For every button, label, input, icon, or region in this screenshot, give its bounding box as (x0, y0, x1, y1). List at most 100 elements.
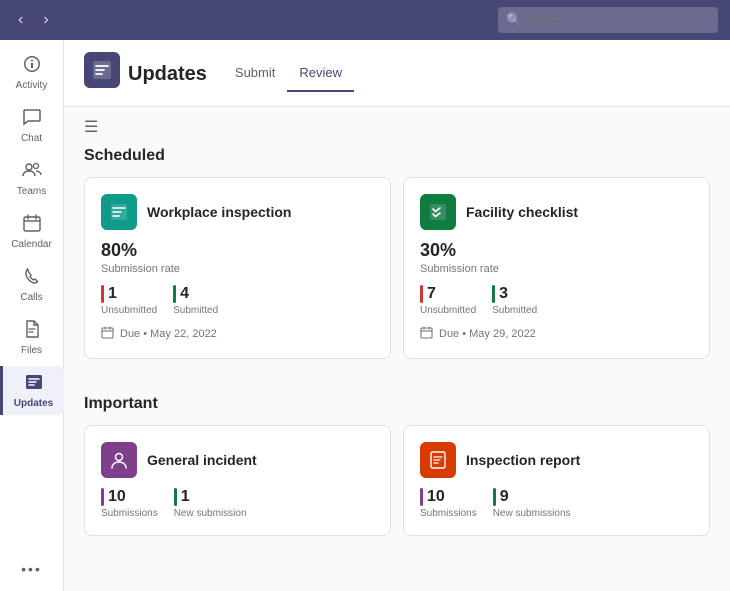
workplace-stat-submitted: 4 Submitted (173, 285, 218, 316)
important-section: Important General incident (64, 395, 730, 572)
workplace-submitted-value: 4 (180, 285, 189, 303)
calendar-due-icon2 (420, 326, 433, 342)
general-incident-icon (101, 442, 137, 478)
facility-rate: 30% Submission rate (420, 240, 693, 275)
inspection-report-bar-green (493, 488, 496, 506)
facility-unsubmitted-value: 7 (427, 285, 436, 303)
sidebar-item-files[interactable]: Files (2, 313, 62, 362)
page-title: Updates (128, 63, 207, 86)
facility-stat-submitted: 3 Submitted (492, 285, 537, 316)
search-input[interactable] (498, 7, 718, 33)
sidebar-item-updates[interactable]: Updates (0, 366, 64, 415)
tab-submit[interactable]: Submit (223, 57, 287, 92)
workplace-due: Due • May 22, 2022 (101, 326, 374, 342)
general-incident-stats: 10 Submissions 1 New submission (101, 488, 374, 519)
teams-icon (22, 160, 42, 184)
sidebar-label-calendar: Calendar (11, 239, 52, 250)
sidebar-item-activity[interactable]: Activity (2, 48, 62, 97)
important-title: Important (84, 395, 710, 413)
workplace-card: Workplace inspection 80% Submission rate… (84, 177, 391, 359)
more-label: ••• (21, 561, 42, 577)
top-bar: ‹ › 🔍 (0, 0, 730, 40)
general-incident-submissions-label: Submissions (101, 508, 158, 519)
sidebar-item-calendar[interactable]: Calendar (2, 207, 62, 256)
facility-unsubmitted-label: Unsubmitted (420, 305, 476, 316)
facility-card-title: Facility checklist (466, 204, 578, 220)
facility-stats: 7 Unsubmitted 3 Submitted (420, 285, 693, 316)
sidebar-label-teams: Teams (17, 186, 46, 197)
sidebar-label-calls: Calls (20, 292, 42, 303)
general-incident-title: General incident (147, 452, 257, 468)
files-icon (22, 319, 42, 343)
scroll-area: Scheduled Workplace inspection 80% Submi (64, 147, 730, 591)
general-incident-new-label: New submission (174, 508, 247, 519)
workplace-unsubmitted-label: Unsubmitted (101, 305, 157, 316)
facility-due: Due • May 29, 2022 (420, 326, 693, 342)
back-button[interactable]: ‹ (12, 9, 29, 31)
sidebar-label-activity: Activity (16, 80, 48, 91)
sidebar-item-calls[interactable]: Calls (2, 260, 62, 309)
facility-card: Facility checklist 30% Submission rate 7 (403, 177, 710, 359)
scheduled-section: Scheduled Workplace inspection 80% Submi (64, 147, 730, 395)
facility-stat-unsubmitted: 7 Unsubmitted (420, 285, 476, 316)
scheduled-title: Scheduled (84, 147, 710, 165)
inspection-report-header: Inspection report (420, 442, 693, 478)
facility-submitted-value: 3 (499, 285, 508, 303)
calendar-icon (22, 213, 42, 237)
sidebar-label-updates: Updates (14, 398, 53, 409)
inspection-report-new-value: 9 (500, 488, 509, 506)
general-incident-submissions: 10 Submissions (101, 488, 158, 519)
workplace-due-text: Due • May 22, 2022 (120, 328, 217, 340)
sidebar-label-chat: Chat (21, 133, 42, 144)
inspection-report-submissions-label: Submissions (420, 508, 477, 519)
forward-button[interactable]: › (37, 9, 54, 31)
facility-rate-percent: 30% (420, 240, 693, 261)
sidebar-item-teams[interactable]: Teams (2, 154, 62, 203)
workplace-card-header: Workplace inspection (101, 194, 374, 230)
inspection-report-submissions-value: 10 (427, 488, 445, 506)
workplace-bar-red (101, 285, 104, 303)
calls-icon (22, 266, 42, 290)
workplace-submitted-label: Submitted (173, 305, 218, 316)
inspection-report-submissions: 10 Submissions (420, 488, 477, 519)
hamburger-row: ☰ (64, 107, 730, 147)
general-incident-submissions-value: 10 (108, 488, 126, 506)
header-left: Updates Submit Review (84, 52, 354, 106)
header-icon (84, 52, 120, 88)
inspection-report-bar-purple (420, 488, 423, 506)
facility-submitted-label: Submitted (492, 305, 537, 316)
tab-review[interactable]: Review (287, 57, 354, 92)
facility-rate-label: Submission rate (420, 263, 693, 275)
calendar-due-icon (101, 326, 114, 342)
important-cards-grid: General incident 10 Submissions (84, 425, 710, 536)
workplace-card-icon (101, 194, 137, 230)
content-area: Updates Submit Review ☰ Scheduled (64, 40, 730, 591)
facility-bar-red (420, 285, 423, 303)
nav-arrows: ‹ › (12, 9, 55, 31)
general-incident-new-value: 1 (181, 488, 190, 506)
updates-icon (24, 372, 44, 396)
scheduled-cards-grid: Workplace inspection 80% Submission rate… (84, 177, 710, 359)
general-incident-bar-purple (101, 488, 104, 506)
inspection-report-new-label: New submissions (493, 508, 571, 519)
inspection-report-title: Inspection report (466, 452, 580, 468)
workplace-rate-label: Submission rate (101, 263, 374, 275)
inspection-report-icon (420, 442, 456, 478)
facility-bar-green (492, 285, 495, 303)
inspection-report-new: 9 New submissions (493, 488, 571, 519)
sidebar: Activity Chat Teams Calendar Calls (0, 40, 64, 591)
activity-icon (22, 54, 42, 78)
workplace-unsubmitted-value: 1 (108, 285, 117, 303)
header-tabs: Submit Review (223, 57, 354, 91)
facility-due-text: Due • May 29, 2022 (439, 328, 536, 340)
general-incident-new: 1 New submission (174, 488, 247, 519)
hamburger-button[interactable]: ☰ (84, 119, 98, 136)
sidebar-item-chat[interactable]: Chat (2, 101, 62, 150)
general-incident-card: General incident 10 Submissions (84, 425, 391, 536)
inspection-report-card: Inspection report 10 Submissions (403, 425, 710, 536)
facility-card-header: Facility checklist (420, 194, 693, 230)
workplace-bar-green (173, 285, 176, 303)
search-wrap: 🔍 (498, 7, 718, 33)
sidebar-item-more[interactable]: ••• (2, 555, 62, 583)
workplace-rate: 80% Submission rate (101, 240, 374, 275)
